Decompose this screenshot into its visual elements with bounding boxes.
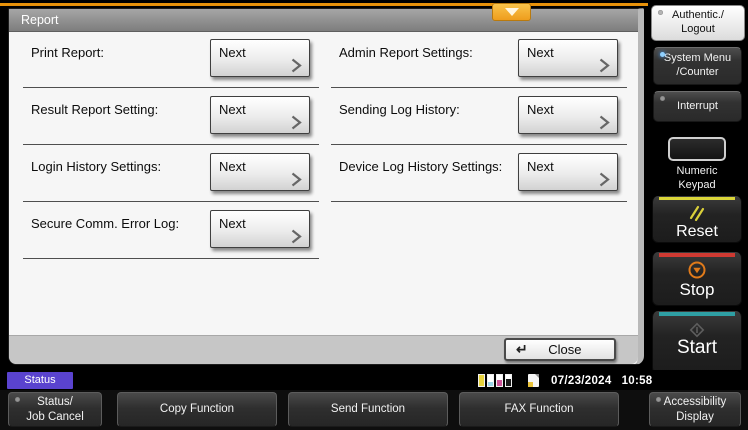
chevron-right-icon <box>291 58 302 73</box>
system-menu-counter-button[interactable]: System Menu /Counter <box>653 47 742 85</box>
next-button-print-report[interactable]: Next <box>210 39 310 77</box>
next-button-login-history-settings[interactable]: Next <box>210 153 310 191</box>
settings-column-right: Admin Report Settings: Next Sending Log … <box>331 31 627 202</box>
next-button-secure-comm-error-log[interactable]: Next <box>210 210 310 248</box>
next-button-sending-log-history[interactable]: Next <box>518 96 618 134</box>
setting-row-secure-comm-error-log: Secure Comm. Error Log: Next <box>23 202 319 259</box>
chevron-right-icon <box>291 115 302 130</box>
led-indicator <box>656 397 661 402</box>
toner-magenta-indicator <box>496 374 503 387</box>
row-label: Print Report: <box>31 45 104 60</box>
panel-footer: ↵ Close <box>9 335 638 364</box>
setting-row-device-log-history-settings: Device Log History Settings: Next <box>331 145 627 202</box>
led-indicator <box>15 397 20 402</box>
status-indicators: 07/23/2024 10:58 <box>478 373 652 388</box>
next-button-result-report-setting[interactable]: Next <box>210 96 310 134</box>
send-function-button[interactable]: Send Function <box>288 392 448 427</box>
stop-button[interactable]: Stop <box>652 252 742 306</box>
chevron-right-icon <box>291 172 302 187</box>
chevron-right-icon <box>291 229 302 244</box>
setting-row-result-report-setting: Result Report Setting: Next <box>23 88 319 145</box>
reset-slashes-icon <box>687 203 707 223</box>
settings-column-left: Print Report: Next Result Report Setting… <box>23 31 319 259</box>
setting-row-admin-report-settings: Admin Report Settings: Next <box>331 31 627 88</box>
fax-function-button[interactable]: FAX Function <box>459 392 619 427</box>
accessibility-display-button[interactable]: Accessibility Display <box>649 392 741 427</box>
row-label: Result Report Setting: <box>31 102 158 117</box>
row-label: Secure Comm. Error Log: <box>31 216 179 231</box>
led-indicator <box>658 10 663 15</box>
row-label: Sending Log History: <box>339 102 460 117</box>
copy-function-button[interactable]: Copy Function <box>117 392 277 427</box>
setting-row-sending-log-history: Sending Log History: Next <box>331 88 627 145</box>
authentic-logout-button[interactable]: Authentic./ Logout <box>651 5 745 41</box>
numeric-keypad-button[interactable] <box>668 137 726 161</box>
chevron-right-icon <box>599 115 610 130</box>
row-label: Admin Report Settings: <box>339 45 473 60</box>
chevron-right-icon <box>599 172 610 187</box>
accent-top-line <box>0 3 648 6</box>
setting-row-print-report: Print Report: Next <box>23 31 319 88</box>
chevron-down-icon <box>505 8 519 16</box>
panel-titlebar: Report <box>9 9 638 32</box>
report-panel: Report Print Report: Next Result Report … <box>8 8 644 365</box>
toner-cyan-indicator <box>487 374 494 387</box>
paper-source-icon <box>528 374 539 387</box>
status-date: 07/23/2024 <box>551 375 612 387</box>
start-button[interactable]: Start <box>652 311 742 374</box>
toner-black-indicator <box>505 374 512 387</box>
status-job-cancel-button[interactable]: Status/ Job Cancel <box>8 392 102 427</box>
start-icon <box>686 319 708 339</box>
page-title: Report <box>21 13 59 27</box>
led-indicator <box>660 96 665 101</box>
row-label: Login History Settings: <box>31 159 161 174</box>
row-label: Device Log History Settings: <box>339 159 502 174</box>
scroll-down-tab[interactable] <box>492 3 531 21</box>
reset-button[interactable]: Reset <box>652 196 742 243</box>
next-button-admin-report-settings[interactable]: Next <box>518 39 618 77</box>
close-button[interactable]: ↵ Close <box>504 338 616 361</box>
return-icon: ↵ <box>516 341 528 358</box>
interrupt-button[interactable]: Interrupt <box>653 91 742 122</box>
setting-row-login-history-settings: Login History Settings: Next <box>23 145 319 202</box>
status-time: 10:58 <box>622 375 653 387</box>
led-indicator-on <box>660 52 665 57</box>
toner-yellow-indicator <box>478 374 485 387</box>
next-button-device-log-history-settings[interactable]: Next <box>518 153 618 191</box>
chevron-right-icon <box>599 58 610 73</box>
numeric-keypad-label: Numeric Keypad <box>651 165 743 193</box>
status-tab: Status <box>7 372 73 389</box>
stop-icon <box>687 260 707 280</box>
